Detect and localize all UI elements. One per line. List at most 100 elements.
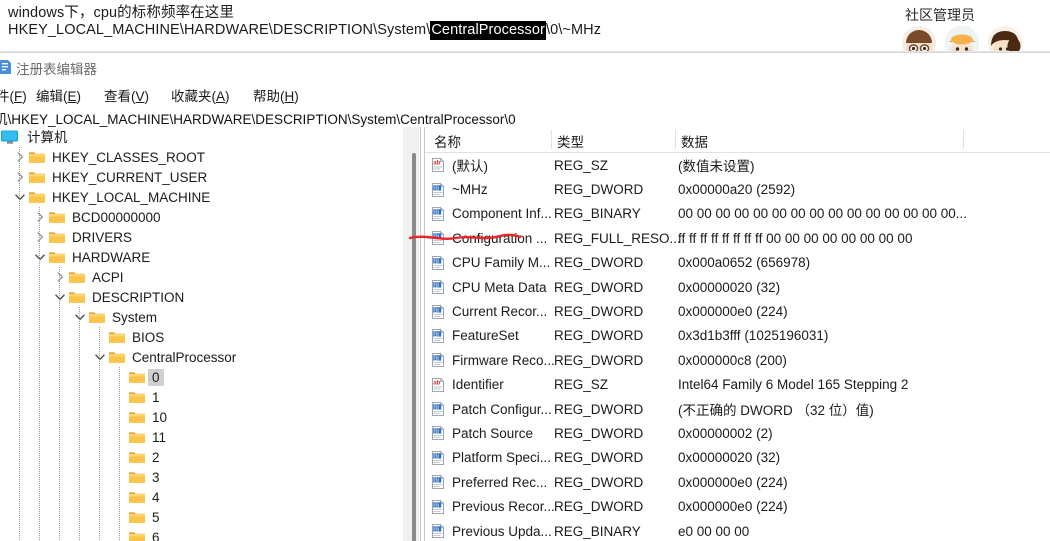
menu-file[interactable]: 件(F) (0, 85, 27, 105)
tree-item-11[interactable]: 11 (0, 427, 403, 447)
tree-item-3[interactable]: 3 (0, 467, 403, 487)
column-divider[interactable] (675, 130, 676, 149)
tree-indent-guide (59, 387, 60, 407)
menu-view[interactable]: 查看(V) (104, 85, 149, 105)
tree-item-10[interactable]: 10 (0, 407, 403, 427)
value-row[interactable]: 011 110 Platform Speci... REG_DWORD 0x000000… (425, 446, 1050, 470)
tree-item-2[interactable]: 2 (0, 447, 403, 467)
column-header-type[interactable]: 类型 (557, 131, 584, 151)
column-header-data[interactable]: 数据 (681, 131, 708, 151)
column-header-name[interactable]: 名称 (434, 131, 461, 151)
value-row[interactable]: 011 110 FeatureSet REG_DWORD 0x3d1b3fff (102… (425, 324, 1050, 348)
tree-indent-guide (59, 347, 60, 367)
value-row[interactable]: 011 110 Previous Upda... REG_BINARY e0 00 00… (425, 519, 1050, 541)
tree-item-hkey-classes-root[interactable]: HKEY_CLASSES_ROOT (0, 147, 403, 167)
tree-item-centralprocessor[interactable]: CentralProcessor (0, 347, 403, 367)
folder-icon (88, 309, 106, 325)
tree-item-1[interactable]: 1 (0, 387, 403, 407)
tree-scrollbar-thumb[interactable] (412, 153, 416, 541)
tree-item-computer[interactable]: 计算机 (0, 127, 403, 147)
window-titlebar: 注册表编辑器 (0, 53, 1050, 82)
folder-icon (128, 429, 146, 445)
value-type: REG_DWORD (554, 352, 644, 368)
column-divider[interactable] (551, 130, 552, 149)
reg-sz-icon: ab (430, 157, 446, 173)
value-row[interactable]: 011 110 ~MHz REG_DWORD 0x00000a20 (2592) (425, 177, 1050, 201)
chevron-down-icon[interactable] (12, 189, 28, 205)
tree-scrollbar-and-splitter[interactable] (403, 127, 425, 541)
tree-indent-guide (19, 447, 20, 467)
tree-item-acpi[interactable]: ACPI (0, 267, 403, 287)
value-row[interactable]: 011 110 Preferred Rec... REG_DWORD 0x000000e… (425, 470, 1050, 494)
tree-item-hkey-local-machine[interactable]: HKEY_LOCAL_MACHINE (0, 187, 403, 207)
tree-item-bcd00000000[interactable]: BCD00000000 (0, 207, 403, 227)
tree-item-hkey-current-user[interactable]: HKEY_CURRENT_USER (0, 167, 403, 187)
value-type: REG_BINARY (554, 523, 641, 539)
value-row[interactable]: 011 110 Configuration ... REG_FULL_RESO... f… (425, 226, 1050, 250)
value-row[interactable]: 011 110 Current Recor... REG_DWORD 0x000000e… (425, 299, 1050, 323)
tree-indent-guide (39, 447, 40, 467)
chevron-down-icon[interactable] (32, 249, 48, 265)
tree-item-system[interactable]: System (0, 307, 403, 327)
tree-item-description[interactable]: DESCRIPTION (0, 287, 403, 307)
svg-text:ab: ab (433, 379, 440, 386)
tree-indent-guide (119, 507, 120, 527)
value-row[interactable]: 011 110 Component Inf... REG_BINARY 00 00 00… (425, 202, 1050, 226)
registry-values-pane[interactable]: 名称 类型 数据 ab (默认) REG_SZ (数值未设置) 011 110 ~MHz RE… (425, 127, 1050, 541)
folder-icon (128, 529, 146, 541)
tree-item-6[interactable]: 6 (0, 527, 403, 541)
reg-dword-icon: 011 110 (430, 425, 446, 441)
tree-item-5[interactable]: 5 (0, 507, 403, 527)
tree-indent-guide (39, 227, 40, 247)
window-title: 注册表编辑器 (16, 62, 97, 77)
value-row[interactable]: 011 110 CPU Meta Data REG_DWORD 0x00000020 (… (425, 275, 1050, 299)
chevron-right-icon[interactable] (32, 209, 48, 225)
splitter-line[interactable] (420, 127, 421, 541)
chevron-right-icon[interactable] (12, 149, 28, 165)
tree-item-4[interactable]: 4 (0, 487, 403, 507)
tree-indent-guide (99, 327, 100, 347)
chevron-down-icon[interactable] (52, 289, 68, 305)
address-bar[interactable]: 机\HKEY_LOCAL_MACHINE\HARDWARE\DESCRIPTIO… (0, 106, 1050, 128)
tree-indent-guide (19, 527, 20, 541)
folder-icon (48, 229, 66, 245)
tree-item-label: 6 (152, 529, 160, 541)
folder-icon (128, 389, 146, 405)
value-row[interactable]: 011 110 Firmware Reco... REG_DWORD 0x000000c… (425, 348, 1050, 372)
tree-indent-guide (39, 467, 40, 487)
tree-item-drivers[interactable]: DRIVERS (0, 227, 403, 247)
folder-icon (68, 269, 86, 285)
tree-item-label: 1 (152, 389, 160, 405)
menu-edit[interactable]: 编辑(E) (36, 85, 81, 105)
menu-help[interactable]: 帮助(H) (253, 85, 299, 105)
menu-favorites[interactable]: 收藏夹(A) (171, 85, 230, 105)
value-name: FeatureSet (452, 328, 519, 344)
author-card: 社区管理员 (896, 0, 1050, 60)
value-name: Component Inf... (452, 206, 552, 222)
value-name: Current Recor... (452, 304, 548, 320)
value-row[interactable]: 011 110 Previous Recor... REG_DWORD 0x000000… (425, 494, 1050, 518)
column-divider[interactable] (963, 130, 964, 149)
value-type: REG_DWORD (554, 279, 644, 295)
tree-item-0[interactable]: 0 (0, 367, 403, 387)
value-row[interactable]: ab Identifier REG_SZ Intel64 Family 6 Model… (425, 373, 1050, 397)
chevron-down-icon[interactable] (92, 349, 108, 365)
tree-item-hardware[interactable]: HARDWARE (0, 247, 403, 267)
folder-icon (48, 209, 66, 225)
value-data: 00 00 00 00 00 00 00 00 00 00 00 00 00 0… (678, 206, 968, 222)
tree-scrollbar-track[interactable] (403, 127, 419, 541)
value-row[interactable]: 011 110 Patch Configur... REG_DWORD (不正确的 DW… (425, 397, 1050, 421)
registry-tree-pane[interactable]: 计算机 HKEY_CLASSES_ROOT HKEY_CURRENT_USER HKE… (0, 127, 403, 541)
chevron-right-icon[interactable] (52, 269, 68, 285)
chevron-right-icon[interactable] (32, 229, 48, 245)
screenshot-root: windows下，cpu的标称频率在这里 HKEY_LOCAL_MACHINE\… (0, 0, 1050, 541)
value-row[interactable]: 011 110 CPU Family M... REG_DWORD 0x000a0652… (425, 251, 1050, 275)
tree-item-bios[interactable]: BIOS (0, 327, 403, 347)
value-row[interactable]: 011 110 Patch Source REG_DWORD 0x00000002 (2… (425, 421, 1050, 445)
tree-indent-guide (39, 327, 40, 347)
tree-item-label: DESCRIPTION (92, 289, 185, 305)
chevron-right-icon[interactable] (12, 169, 28, 185)
tree-indent-guide (19, 507, 20, 527)
value-row[interactable]: ab (默认) REG_SZ (数值未设置) (425, 153, 1050, 177)
chevron-down-icon[interactable] (72, 309, 88, 325)
